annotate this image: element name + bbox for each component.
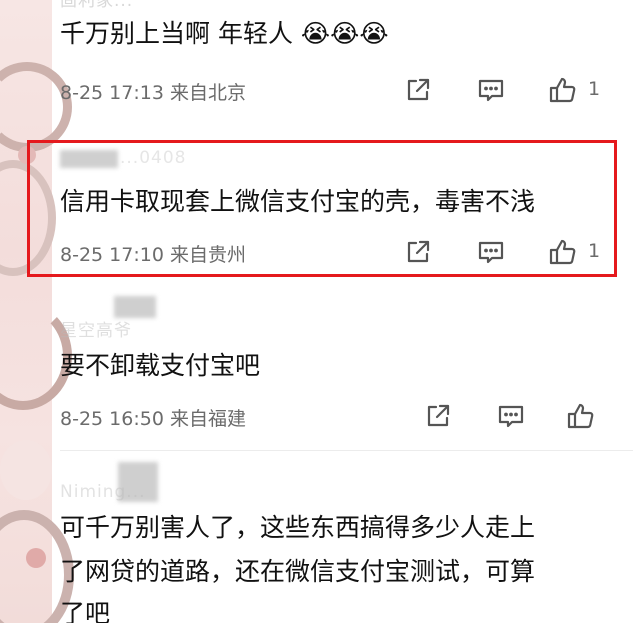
comment-timestamp: 8-25 17:13 来自北京 [60, 82, 246, 104]
thumbs-up-icon[interactable] [566, 402, 594, 430]
comment-text-line: 了吧 [60, 599, 111, 623]
like-count: 1 [588, 78, 601, 100]
comment-username[interactable]: 星空高爷 [60, 316, 132, 341]
comment-text: 千万别上当啊 年轻人 😭😭😭 [60, 19, 389, 48]
comment-meta: 8-25 16:50 来自福建 [60, 402, 615, 432]
background-decoration-shape [26, 548, 46, 568]
divider [60, 450, 633, 451]
thumbs-up-icon[interactable] [548, 76, 576, 104]
share-icon[interactable] [404, 76, 432, 104]
comment-text-line: 了网贷的道路，还在微信支付宝测试，可算 [60, 557, 536, 586]
comment-username[interactable]: Niming... [60, 482, 146, 502]
comment-username[interactable]: 固利家... [60, 0, 133, 11]
comment-meta: 8-25 17:13 来自北京 1 [60, 76, 615, 106]
username-redaction [114, 296, 156, 318]
background-decoration-shape [0, 440, 52, 500]
comment-text: 要不卸载支付宝吧 [60, 351, 261, 380]
comment-timestamp: 8-25 16:50 来自福建 [60, 408, 246, 430]
comment-location: 来自北京 [169, 82, 246, 104]
comment-feed-screenshot: 固利家... 千万别上当啊 年轻人 😭😭😭 8-25 17:13 来自北京 1 … [0, 0, 633, 623]
comment-icon[interactable] [497, 402, 525, 430]
comment-icon[interactable] [477, 76, 505, 104]
share-icon[interactable] [424, 402, 452, 430]
highlight-frame [27, 140, 617, 277]
comment-item: 固利家... 千万别上当啊 年轻人 😭😭😭 8-25 17:13 来自北京 1 [60, 0, 615, 112]
comment-item: 星空高爷 要不卸载支付宝吧 8-25 16:50 来自福建 [60, 296, 615, 436]
comment-text-line: 可千万别害人了，这些东西搞得多少人走上 [60, 513, 536, 542]
comment-location: 来自福建 [169, 408, 246, 430]
comment-item: Niming... 可千万别害人了，这些东西搞得多少人走上 了网贷的道路，还在微… [60, 462, 615, 623]
